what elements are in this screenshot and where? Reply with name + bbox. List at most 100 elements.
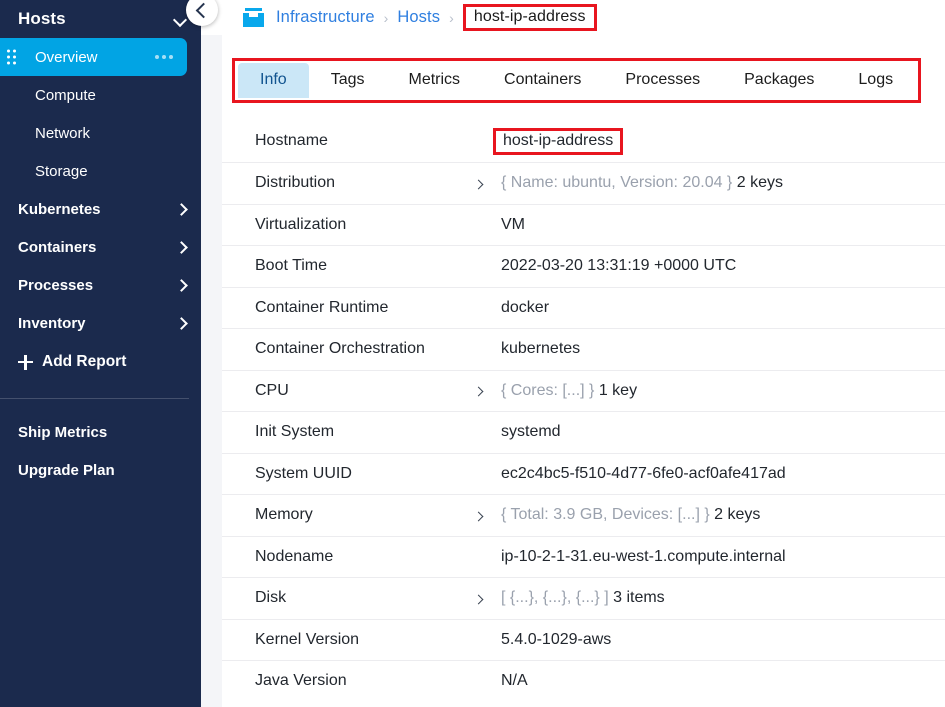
sidebar-item-overview[interactable]: Overview — [0, 38, 187, 76]
info-row: Kernel Version 5.4.0-1029-aws — [222, 618, 945, 661]
chevron-right-icon[interactable] — [175, 203, 187, 215]
add-report-button[interactable]: Add Report — [0, 342, 201, 382]
host-detail-card: Info Tags Metrics Containers Processes Packag… — [222, 35, 945, 707]
breadcrumb-item-hosts[interactable]: Hosts — [397, 8, 440, 27]
info-row: Container Orchestration kubernetes — [222, 328, 945, 370]
info-row-label: Distribution — [255, 174, 336, 192]
sidebar-item-processes[interactable]: Processes — [0, 266, 201, 304]
sidebar-divider — [0, 398, 189, 399]
sidebar-item-label: Kubernetes — [18, 200, 101, 218]
info-row-label: Container Orchestration — [255, 340, 425, 358]
tabbar-highlight-box: Info Tags Metrics Containers Processes Packag… — [232, 58, 922, 103]
expand-chevron-icon[interactable] — [473, 176, 501, 191]
info-row: Nodename ip-10-2-1-31.eu-west-1.compute.i… — [222, 535, 945, 578]
sidebar-header[interactable]: Hosts — [0, 0, 201, 38]
info-row-value-text: ip-10-2-1-31.eu-west-1.compute.internal — [501, 547, 786, 565]
info-row-value: { Name: ubuntu, Version: 20.04 } 2 keys — [501, 174, 783, 192]
info-row-value-count: 1 key — [598, 381, 638, 399]
info-row-label: Kernel Version — [255, 630, 360, 648]
info-row[interactable]: Distribution { Name: ubuntu, Version: 20.… — [222, 162, 945, 204]
info-row-label: Memory — [255, 506, 313, 524]
info-row-value-text: kubernetes — [501, 340, 581, 358]
tab-processes[interactable]: Processes — [603, 63, 722, 98]
content-area: Info Tags Metrics Containers Processes Packag… — [201, 35, 945, 707]
tab-logs[interactable]: Logs — [836, 63, 915, 98]
expand-chevron-icon[interactable] — [473, 383, 501, 398]
chevron-right-icon[interactable] — [175, 317, 187, 329]
kebab-menu-icon[interactable] — [155, 55, 173, 59]
tab-info[interactable]: Info — [238, 63, 309, 98]
sidebar-item-kubernetes[interactable]: Kubernetes — [0, 190, 201, 228]
chevron-down-icon[interactable] — [173, 12, 187, 26]
tab-tags[interactable]: Tags — [309, 63, 387, 98]
tab-metrics[interactable]: Metrics — [386, 63, 482, 98]
info-row-value: kubernetes — [501, 340, 580, 358]
info-row-value-text: ec2c4bc5-f510-4d77-6fe0-acf0afe417ad — [501, 464, 786, 482]
info-row-value: VM — [501, 216, 525, 234]
info-row[interactable]: Disk [ {...}, {...}, {...} ] 3 items — [222, 577, 945, 619]
drag-handle-icon[interactable] — [7, 49, 16, 65]
info-row-label: Virtualization — [255, 215, 347, 233]
sidebar-item-label: Storage — [35, 162, 88, 180]
sidebar-item-upgrade-plan[interactable]: Upgrade Plan — [0, 451, 201, 489]
info-row-value-count: 3 items — [613, 589, 665, 607]
info-row: Hostname host-ip-address — [222, 121, 945, 163]
info-row-value-text: docker — [501, 298, 550, 316]
info-row-value: ip-10-2-1-31.eu-west-1.compute.internal — [501, 548, 786, 566]
chevron-right-icon[interactable] — [175, 279, 187, 291]
info-row-value-count: 2 keys — [714, 506, 761, 524]
info-row-value: { Total: 3.9 GB, Devices: [...] } 2 keys — [501, 506, 760, 524]
tab-packages[interactable]: Packages — [722, 63, 836, 98]
sidebar-item-label: Network — [35, 124, 91, 142]
info-row-value: ec2c4bc5-f510-4d77-6fe0-acf0afe417ad — [501, 465, 786, 483]
info-row-label: Boot Time — [255, 257, 328, 275]
expand-chevron-icon[interactable] — [473, 508, 501, 523]
info-row: System UUID ec2c4bc5-f510-4d77-6fe0-acf0a… — [222, 452, 945, 495]
info-row-value-preview: { Cores: [...] } — [501, 381, 595, 399]
info-row-value: 5.4.0-1029-aws — [501, 631, 611, 649]
info-row-value: [ {...}, {...}, {...} ] 3 items — [501, 589, 665, 607]
sidebar-nav-list: Overview Compute Network Storage Kubernetes C… — [0, 38, 201, 342]
sidebar-item-label: Processes — [18, 276, 94, 294]
info-row-value: { Cores: [...] } 1 key — [501, 382, 637, 400]
info-row-value-text: systemd — [501, 423, 561, 441]
breadcrumb-separator-icon: › — [449, 9, 454, 26]
tab-containers[interactable]: Containers — [482, 63, 603, 98]
sidebar-item-storage[interactable]: Storage — [0, 152, 201, 190]
info-row-label: Hostname — [255, 132, 328, 150]
expand-chevron-icon[interactable] — [473, 591, 501, 606]
info-table: Hostname host-ip-address Distribution { Nam… — [222, 121, 945, 702]
breadcrumb-item-infrastructure[interactable]: Infrastructure — [276, 8, 375, 27]
info-row: Virtualization VM — [222, 203, 945, 246]
sidebar-item-label: Upgrade Plan — [18, 461, 115, 479]
plus-icon — [18, 354, 33, 370]
breadcrumb: Infrastructure › Hosts › host-ip-address — [276, 4, 597, 31]
highlighted-value: host-ip-address — [493, 127, 624, 156]
chevron-left-icon — [195, 2, 212, 19]
sidebar-item-label: Compute — [35, 86, 96, 104]
breadcrumb-item-host-ip-address: host-ip-address — [462, 4, 597, 31]
info-row-label: Init System — [255, 423, 335, 441]
sidebar-item-label: Ship Metrics — [18, 423, 108, 441]
chevron-right-icon[interactable] — [175, 241, 187, 253]
info-row-value-preview: { Name: ubuntu, Version: 20.04 } — [501, 174, 733, 192]
info-row-value: 2022-03-20 13:31:19 +0000 UTC — [501, 257, 736, 275]
infrastructure-box-icon — [243, 8, 264, 27]
info-row-label: Nodename — [255, 547, 334, 565]
info-row: Java Version N/A — [222, 660, 945, 702]
sidebar-item-inventory[interactable]: Inventory — [0, 304, 201, 342]
info-row[interactable]: CPU { Cores: [...] } 1 key — [222, 369, 945, 412]
info-row-label: Container Runtime — [255, 298, 389, 316]
tabbar-wrapper: Info Tags Metrics Containers Processes Packag… — [222, 35, 945, 103]
info-row[interactable]: Memory { Total: 3.9 GB, Devices: [...] } … — [222, 494, 945, 536]
info-row-value-preview: { Total: 3.9 GB, Devices: [...] } — [501, 506, 710, 524]
sidebar-item-containers[interactable]: Containers — [0, 228, 201, 266]
sidebar-item-compute[interactable]: Compute — [0, 76, 201, 114]
info-row-label: Java Version — [255, 672, 347, 690]
sidebar-item-network[interactable]: Network — [0, 114, 201, 152]
info-row-value: docker — [501, 299, 549, 317]
sidebar: Hosts Overview Compute Network Storage Kuber… — [0, 0, 201, 707]
sidebar-item-label: Inventory — [18, 314, 86, 332]
sidebar-item-label: Overview — [35, 48, 98, 66]
sidebar-item-ship-metrics[interactable]: Ship Metrics — [0, 413, 201, 451]
